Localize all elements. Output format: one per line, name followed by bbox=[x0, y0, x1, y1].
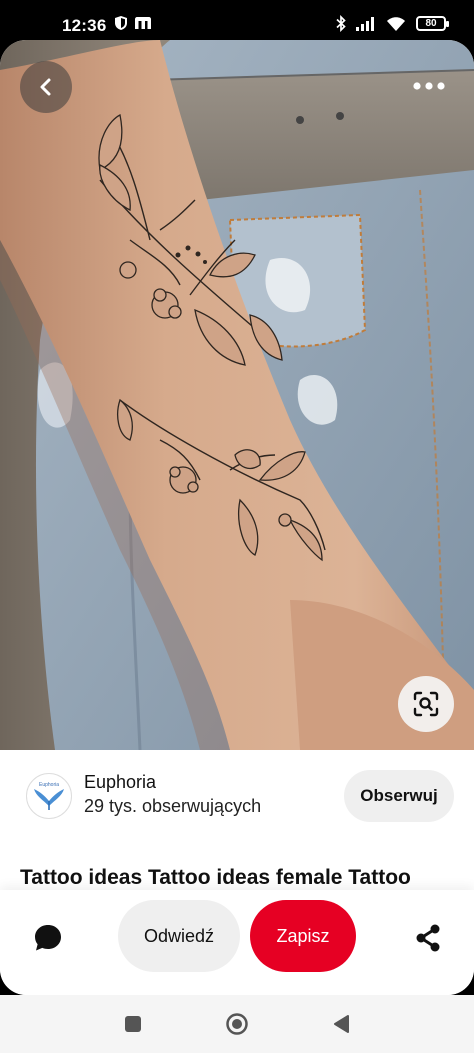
home-circle-icon bbox=[226, 1013, 248, 1035]
back-nav-button[interactable] bbox=[326, 1011, 356, 1037]
comment-button[interactable] bbox=[28, 918, 68, 958]
pin-title: Tattoo ideas Tattoo ideas female Tattoo bbox=[20, 866, 411, 889]
action-bar: Odwiedź Zapisz bbox=[0, 890, 474, 995]
share-icon bbox=[416, 924, 440, 952]
more-options-button[interactable] bbox=[404, 68, 454, 104]
wifi-icon bbox=[387, 16, 405, 31]
creator-name[interactable]: Euphoria bbox=[84, 772, 156, 793]
share-button[interactable] bbox=[408, 918, 448, 958]
battery-icon: 80 bbox=[416, 16, 449, 31]
home-button[interactable] bbox=[222, 1011, 252, 1037]
creator-followers: 29 tys. obserwujących bbox=[84, 796, 262, 816]
creator-row: Euphoria Euphoria 29 tys. obserwujących … bbox=[0, 750, 474, 840]
follow-button[interactable]: Obserwuj bbox=[344, 770, 454, 822]
back-triangle-icon bbox=[334, 1015, 349, 1033]
recents-button[interactable] bbox=[118, 1011, 148, 1037]
visual-search-button[interactable] bbox=[398, 676, 454, 732]
status-time: 12:36 bbox=[62, 16, 107, 35]
more-dots-icon bbox=[413, 82, 445, 90]
shield-icon bbox=[115, 16, 127, 30]
avatar[interactable]: Euphoria bbox=[26, 773, 72, 819]
chevron-left-icon bbox=[40, 78, 51, 96]
pin-card: Euphoria Euphoria 29 tys. obserwujących … bbox=[0, 40, 474, 995]
visit-button[interactable]: Odwiedź bbox=[118, 900, 240, 972]
system-nav-bar bbox=[0, 995, 474, 1053]
back-button[interactable] bbox=[20, 61, 72, 113]
battery-level: 80 bbox=[425, 17, 437, 29]
svg-text:Euphoria: Euphoria bbox=[39, 782, 59, 788]
comment-bubble-icon bbox=[35, 925, 61, 951]
m-app-icon bbox=[135, 17, 151, 29]
square-icon bbox=[125, 1016, 141, 1032]
euphoria-logo-icon: Euphoria bbox=[34, 782, 64, 810]
lens-search-icon bbox=[413, 691, 439, 717]
save-button[interactable]: Zapisz bbox=[250, 900, 356, 972]
signal-icon bbox=[356, 17, 374, 31]
pin-image[interactable] bbox=[0, 40, 474, 750]
bluetooth-icon bbox=[336, 15, 346, 32]
